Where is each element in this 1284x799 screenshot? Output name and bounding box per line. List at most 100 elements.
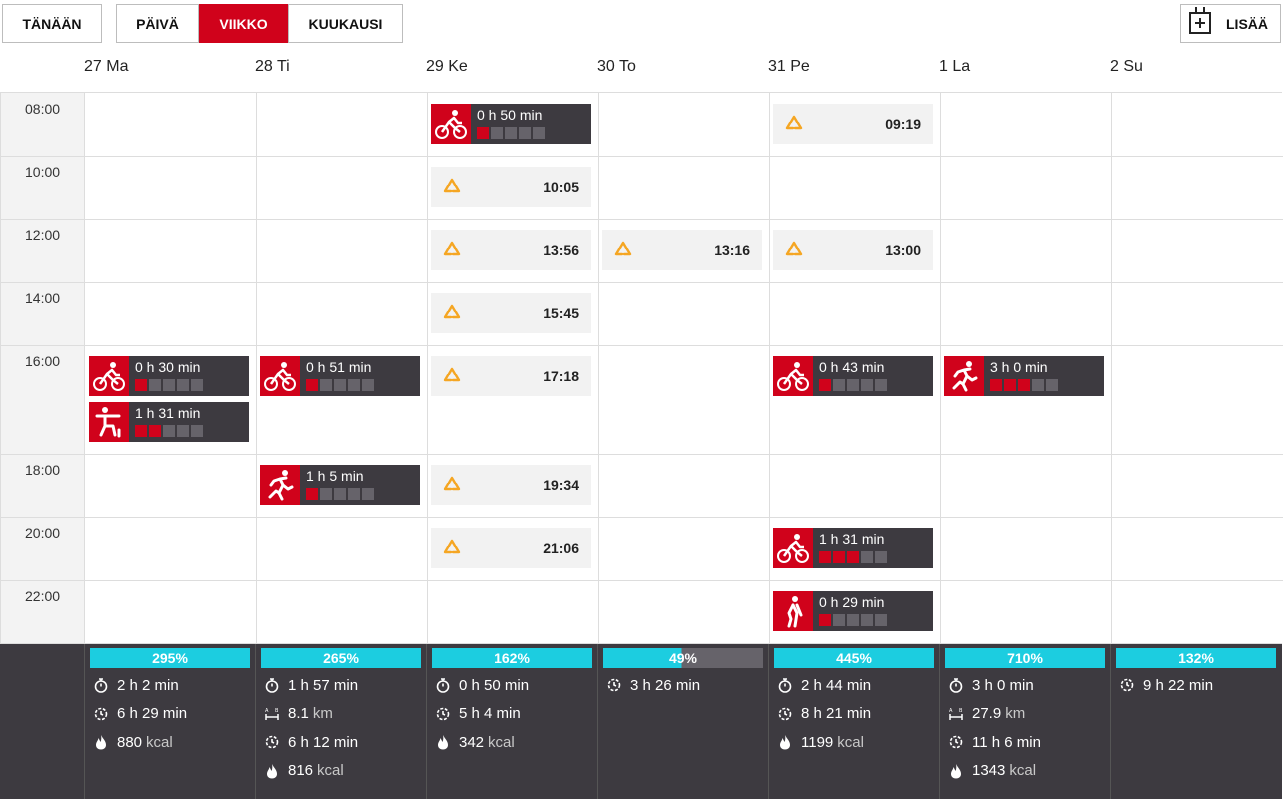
grid-row-divider [1, 282, 1283, 283]
stopwatch-icon [436, 678, 450, 693]
cycling-icon [431, 104, 471, 144]
day-header-1: 28 Ti [255, 58, 290, 75]
training-target-icon [443, 539, 461, 554]
target-time: 17:18 [543, 368, 579, 384]
intensity-segment [177, 425, 189, 437]
summary-stat: 1343 kcal [948, 760, 1036, 782]
workout-card[interactable]: 0 h 43 min [773, 356, 933, 396]
summary-value: 1199 [801, 733, 834, 751]
workout-info: 0 h 43 min [813, 356, 889, 396]
workout-duration: 0 h 51 min [306, 359, 372, 375]
intensity-segment [334, 488, 346, 500]
training-target-card[interactable]: 15:45 [431, 293, 591, 333]
workout-info: 1 h 5 min [300, 465, 376, 505]
workout-duration: 1 h 5 min [306, 468, 364, 484]
target-time: 19:34 [543, 477, 579, 493]
workout-card[interactable]: 1 h 31 min [89, 402, 249, 442]
summary-unit: km [312, 705, 333, 722]
summary-column: 162% 0 h 50 min 5 h 4 min 342 kcal [426, 644, 597, 799]
activity-time-icon [778, 707, 792, 720]
workout-card[interactable]: 1 h 31 min [773, 528, 933, 568]
summary-value: 8.1 [288, 705, 309, 722]
workout-info: 3 h 0 min [984, 356, 1060, 396]
grid-column-divider [1111, 93, 1112, 643]
workout-card[interactable]: 0 h 30 min [89, 356, 249, 396]
time-label: 14:00 [25, 290, 61, 306]
summary-unit: kcal [1009, 762, 1037, 779]
training-target-card[interactable]: 13:56 [431, 230, 591, 270]
intensity-segment [1004, 379, 1016, 391]
summary-unit: kcal [317, 762, 344, 779]
summary-value: 6 h 12 min [288, 733, 359, 751]
intensity-segment [833, 614, 845, 626]
training-target-card[interactable]: 13:00 [773, 230, 933, 270]
month-view-button[interactable]: KUUKAUSI [288, 4, 403, 43]
workout-card[interactable]: 0 h 51 min [260, 356, 420, 396]
daily-goal-progress: 710% [945, 648, 1105, 668]
training-target-card[interactable]: 21:06 [431, 528, 591, 568]
intensity-bars [135, 379, 205, 391]
training-target-card[interactable]: 17:18 [431, 356, 591, 396]
training-target-card[interactable]: 13:16 [602, 230, 762, 270]
training-target-icon [443, 367, 461, 382]
training-target-card[interactable]: 19:34 [431, 465, 591, 505]
workout-duration: 0 h 43 min [819, 359, 885, 375]
intensity-bars [819, 379, 889, 391]
activity-time-icon [949, 735, 963, 749]
training-target-icon [785, 115, 803, 130]
cycling-icon [264, 362, 296, 391]
summary-value: 9 h 22 min [1143, 676, 1214, 694]
day-view-button[interactable]: PÄIVÄ [116, 4, 199, 43]
summary-value: 6 h 29 min [117, 705, 188, 722]
time-label: 22:00 [25, 588, 61, 604]
training-target-card[interactable]: 10:05 [431, 167, 591, 207]
intensity-segment [505, 127, 517, 139]
intensity-bars [306, 488, 376, 500]
intensity-segment [533, 127, 545, 139]
running-icon [952, 361, 978, 392]
summary-value: 2 h 2 min [117, 676, 179, 694]
grid-row-divider [1, 345, 1283, 346]
intensity-segment [847, 379, 859, 391]
summary-unit: kcal [146, 733, 173, 751]
day-header-2: 29 Ke [426, 58, 468, 75]
distance-icon: AB [265, 708, 279, 720]
summary-stat: 11 h 6 min [948, 731, 1041, 753]
workout-card[interactable]: 0 h 29 min [773, 591, 933, 631]
svg-text:A: A [265, 708, 269, 714]
summary-value: 880 [117, 733, 143, 751]
week-view-button[interactable]: VIIKKO [199, 4, 288, 43]
today-button[interactable]: TÄNÄÄN [2, 4, 102, 43]
workout-card[interactable]: 1 h 5 min [260, 465, 420, 505]
intensity-segment [1032, 379, 1044, 391]
time-label: 08:00 [25, 101, 61, 117]
intensity-segment [320, 379, 332, 391]
summary-stat: 0 h 50 min [435, 674, 529, 696]
summary-value: 5 h 4 min [459, 705, 521, 722]
add-button[interactable]: LISÄÄ [1180, 4, 1281, 43]
intensity-bars [819, 614, 889, 626]
stopwatch-icon [778, 678, 792, 693]
summary-value: 816 [288, 762, 314, 779]
summary-value: 27.9 [972, 705, 1002, 722]
workout-card[interactable]: 3 h 0 min [944, 356, 1104, 396]
intensity-segment [149, 379, 161, 391]
distance-icon: AB [949, 708, 963, 720]
activity-time-icon [1120, 678, 1134, 692]
running-icon [268, 470, 294, 501]
intensity-bars [819, 551, 889, 563]
intensity-bars [477, 127, 547, 139]
summary-stat: 3 h 0 min [948, 674, 1034, 696]
training-target-card[interactable]: 09:19 [773, 104, 933, 144]
summary-column: 295% 2 h 2 min 6 h 29 min 880 kcal [84, 644, 255, 799]
summary-stat: 6 h 29 min [93, 703, 187, 725]
summary-stat: 2 h 2 min [93, 674, 179, 696]
summary-stat: 9 h 22 min [1119, 674, 1213, 696]
workout-card[interactable]: 0 h 50 min [431, 104, 591, 144]
training-target-icon [443, 241, 461, 256]
daily-goal-progress: 132% [1116, 648, 1276, 668]
other-sport-icon [773, 591, 813, 631]
add-label: LISÄÄ [1226, 15, 1268, 32]
intensity-segment [861, 551, 873, 563]
summary-value: 3 h 0 min [972, 676, 1034, 694]
